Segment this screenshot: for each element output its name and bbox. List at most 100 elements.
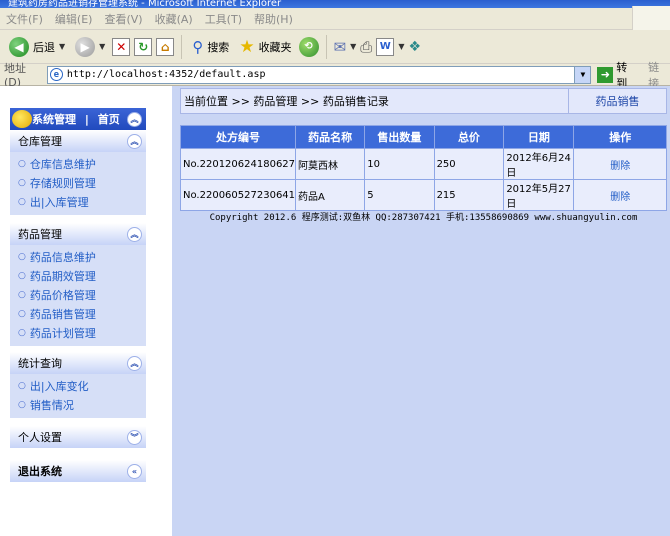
- sidebar-item-drug-sales[interactable]: ○ 药品销售管理: [10, 304, 146, 323]
- drug-name: 阿莫西林: [295, 148, 366, 180]
- address-input[interactable]: e http://localhost:4352/default.asp ▼: [46, 65, 592, 84]
- delete-link[interactable]: 删除: [573, 179, 667, 211]
- drug-name: 药品A: [295, 179, 366, 211]
- sales-records-table: 处方编号 药品名称 售出数量 总价 日期 操作 No.2201206241806…: [179, 125, 667, 211]
- collapse-icon[interactable]: ︽: [127, 111, 142, 127]
- forward-arrow-icon: ▶: [75, 36, 96, 57]
- go-arrow-icon: ➜: [597, 66, 614, 83]
- sidebar-item-storage-rules[interactable]: ○ 存储规则管理: [10, 173, 146, 192]
- sidebar-item-label: 仓库信息维护: [29, 157, 96, 171]
- group-header-drugs[interactable]: 药品管理 ︽: [10, 223, 146, 245]
- mail-dropdown-icon[interactable]: ▼: [350, 42, 356, 51]
- breadcrumb-current-tab[interactable]: 药品销售: [568, 89, 666, 113]
- windows-logo-icon: [632, 6, 670, 30]
- sidebar-item-drug-expiry[interactable]: ○ 药品期效管理: [10, 266, 146, 285]
- search-icon: ⚲: [192, 37, 204, 56]
- refresh-icon[interactable]: ↻: [134, 37, 153, 56]
- menu-edit[interactable]: 编辑(E): [55, 11, 93, 27]
- sidebar-item-warehouse-info[interactable]: ○ 仓库信息维护: [10, 154, 146, 173]
- history-icon[interactable]: ⟲: [298, 36, 319, 57]
- sidebar-item-stock-changes[interactable]: ○ 出|入库变化: [10, 376, 146, 395]
- sidebar-item-label: 存储规则管理: [29, 176, 96, 190]
- home-link[interactable]: 首页: [98, 113, 120, 126]
- sidebar-main-title-wrap: 系统管理 | 首页: [32, 111, 120, 127]
- address-bar: 地址(D) e http://localhost:4352/default.as…: [0, 61, 670, 90]
- sidebar-group-logout: 退出系统 «: [10, 460, 146, 482]
- sidebar-group-stats: 统计查询 ︽ ○ 出|入库变化 ○ 销售情况: [10, 352, 146, 418]
- table-row: No.220120624180627 阿莫西林 10 250 2012年6月24…: [179, 148, 667, 180]
- logo-icon: [12, 110, 32, 128]
- quantity-sold: 10: [364, 148, 435, 180]
- bullet-icon: ○: [18, 251, 26, 262]
- sidebar-main-title[interactable]: 系统管理: [32, 113, 76, 126]
- prescription-no: No.220120624180627: [179, 148, 297, 180]
- bullet-icon: ○: [18, 327, 26, 338]
- favorites-label: 收藏夹: [258, 40, 292, 54]
- sidebar-item-label: 药品信息维护: [29, 250, 96, 264]
- table-header-row: 处方编号 药品名称 售出数量 总价 日期 操作: [179, 125, 667, 149]
- bullet-icon: ○: [18, 399, 26, 410]
- back-dropdown-icon[interactable]: ▼: [59, 42, 65, 51]
- edit-dropdown-icon[interactable]: ▼: [398, 42, 404, 51]
- forward-button[interactable]: ▶ ▼: [72, 34, 108, 60]
- sidebar-item-label: 出|入库管理: [29, 195, 89, 209]
- bullet-icon: ○: [18, 196, 26, 207]
- column-header: 药品名称: [295, 125, 366, 149]
- sidebar-item-label: 出|入库变化: [29, 379, 89, 393]
- sidebar-item-label: 药品计划管理: [29, 326, 96, 340]
- stop-icon[interactable]: ✕: [112, 37, 131, 56]
- back-button[interactable]: ◀ 后退 ▼: [6, 34, 68, 60]
- bullet-icon: ○: [18, 177, 26, 188]
- sidebar-item-stock-io[interactable]: ○ 出|入库管理: [10, 192, 146, 211]
- group-header-stats[interactable]: 统计查询 ︽: [10, 352, 146, 374]
- sidebar-item-label: 药品期效管理: [29, 269, 96, 283]
- search-button[interactable]: ⚲ 搜索: [189, 34, 232, 60]
- bullet-icon: ○: [18, 380, 26, 391]
- mail-icon[interactable]: ✉: [334, 38, 347, 56]
- bullet-icon: ○: [18, 158, 26, 169]
- collapse-icon[interactable]: ︽: [127, 355, 142, 371]
- menu-file[interactable]: 文件(F): [6, 11, 43, 27]
- group-title: 药品管理: [18, 228, 62, 241]
- sidebar-item-drug-price[interactable]: ○ 药品价格管理: [10, 285, 146, 304]
- edit-icon[interactable]: W: [376, 37, 395, 56]
- favorites-button[interactable]: ★ 收藏夹: [236, 34, 294, 60]
- menu-help[interactable]: 帮助(H): [254, 11, 293, 27]
- menu-favorites[interactable]: 收藏(A): [155, 11, 193, 27]
- sidebar-item-drug-info[interactable]: ○ 药品信息维护: [10, 247, 146, 266]
- sidebar-item-sales-status[interactable]: ○ 销售情况: [10, 395, 146, 414]
- table-row: No.220060527230641 药品A 5 215 2012年5月27日 …: [179, 179, 667, 211]
- menu-tools[interactable]: 工具(T): [205, 11, 242, 27]
- prescription-no: No.220060527230641: [179, 179, 297, 211]
- window-title: 建筑药房药品进销存管理系统 - Microsoft Internet Explo…: [0, 0, 670, 8]
- group-header-warehouse[interactable]: 仓库管理 ︽: [10, 130, 146, 152]
- bullet-icon: ○: [18, 289, 26, 300]
- logout-link[interactable]: 退出系统 «: [10, 460, 146, 482]
- group-items: ○ 仓库信息维护 ○ 存储规则管理 ○ 出|入库管理: [10, 152, 146, 215]
- menu-bar: 文件(F) 编辑(E) 查看(V) 收藏(A) 工具(T) 帮助(H): [0, 6, 670, 30]
- total-price: 250: [433, 148, 505, 180]
- star-icon: ★: [239, 36, 255, 57]
- forward-dropdown-icon[interactable]: ▼: [99, 42, 105, 51]
- column-header: 日期: [503, 125, 575, 149]
- collapse-icon[interactable]: ︽: [127, 133, 142, 149]
- sidebar: 系统管理 | 首页 ︽ 仓库管理 ︽ ○ 仓库信息维护 ○ 存储规则管理 ○ 出|入库…: [0, 86, 172, 536]
- sale-date: 2012年5月27日: [503, 179, 575, 211]
- sidebar-item-label: 药品价格管理: [29, 288, 96, 302]
- toolbar-separator-2: [325, 34, 327, 59]
- sidebar-item-drug-plan[interactable]: ○ 药品计划管理: [10, 323, 146, 342]
- messenger-icon[interactable]: ❖: [408, 39, 421, 55]
- delete-link[interactable]: 删除: [573, 148, 667, 180]
- print-icon[interactable]: ⎙: [360, 38, 372, 56]
- home-icon[interactable]: ⌂: [156, 37, 175, 56]
- sidebar-main-header: 系统管理 | 首页 ︽: [10, 108, 146, 130]
- address-label: 地址(D): [4, 62, 26, 89]
- group-title: 个人设置: [18, 431, 62, 444]
- group-header-personal[interactable]: 个人设置 ︾: [10, 426, 146, 448]
- double-left-icon[interactable]: «: [127, 463, 142, 479]
- expand-icon[interactable]: ︾: [127, 429, 142, 445]
- menu-view[interactable]: 查看(V): [104, 11, 142, 27]
- address-dropdown-icon[interactable]: ▼: [574, 66, 591, 83]
- group-title: 统计查询: [18, 357, 62, 370]
- collapse-icon[interactable]: ︽: [127, 226, 142, 242]
